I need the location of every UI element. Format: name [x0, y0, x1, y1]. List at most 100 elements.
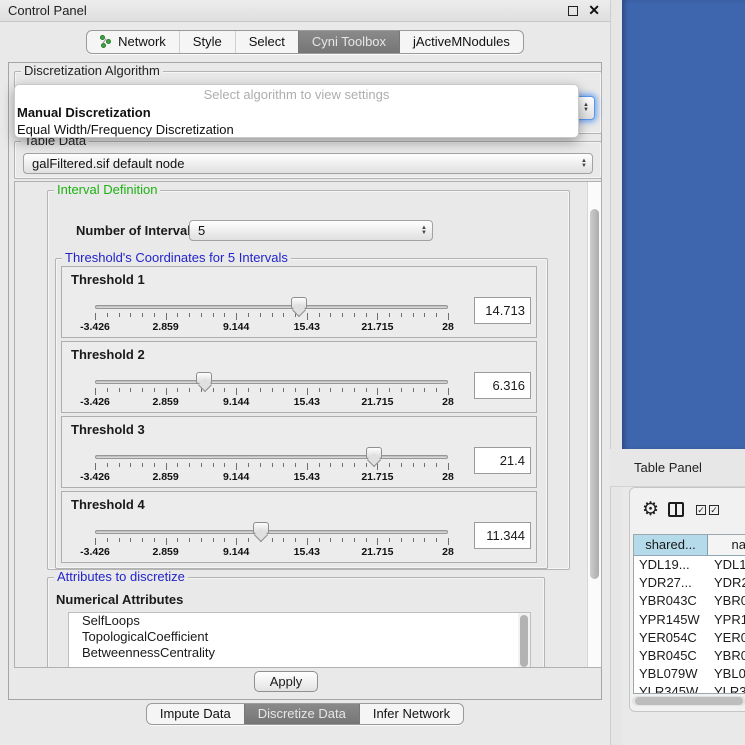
tab-impute-data[interactable]: Impute Data — [147, 704, 244, 724]
table-row[interactable]: YDL19...YDL1 — [634, 556, 745, 574]
float-panel-icon[interactable] — [568, 6, 578, 16]
threshold-label: Threshold 2 — [71, 347, 145, 362]
column-view-icon[interactable] — [668, 502, 684, 517]
tab-infer-network[interactable]: Infer Network — [359, 704, 463, 724]
slider-tick — [95, 463, 96, 470]
table-data-select[interactable]: galFiltered.sif default node ▲▼ — [23, 153, 593, 174]
threshold-value-field[interactable]: 14.713 — [474, 297, 531, 324]
column-header-name[interactable]: na — [708, 535, 745, 555]
slider-tick — [307, 463, 308, 470]
slider-tick — [201, 313, 202, 317]
dropdown-item[interactable]: Manual Discretization — [15, 104, 578, 121]
panel-divider[interactable] — [610, 0, 622, 745]
apply-button[interactable]: Apply — [254, 671, 318, 692]
settings-vertical-scrollbar[interactable] — [587, 182, 601, 667]
table-row[interactable]: YBR043CYBR0 — [634, 592, 745, 610]
slider-tick — [354, 388, 355, 392]
tab-discretize-data[interactable]: Discretize Data — [244, 704, 359, 724]
top-tabs: NetworkStyleSelect Cyni Toolbox jActiveMNo… — [86, 30, 524, 54]
dropdown-item[interactable]: Equal Width/Frequency Discretization — [15, 121, 578, 138]
attribute-list-item[interactable]: SelfLoops — [69, 613, 530, 629]
number-of-intervals-label: Number of Intervals — [76, 223, 198, 238]
slider-tick — [142, 388, 143, 392]
threshold-panels: Threshold 1-3.4262.8599.14415.4321.71528… — [61, 266, 547, 563]
slider-tick — [295, 388, 296, 392]
slider-tick — [248, 313, 249, 317]
tab-style[interactable]: Style — [179, 31, 235, 53]
threshold-value-field[interactable]: 21.4 — [474, 447, 531, 474]
tab-network[interactable]: Network — [87, 31, 179, 53]
table-cell-shared-name: YDR27... — [634, 574, 708, 592]
table-row[interactable]: YPR145WYPR1 — [634, 611, 745, 629]
slider-tick — [424, 463, 425, 467]
slider-tick — [436, 538, 437, 542]
slider-tick — [107, 538, 108, 542]
slider-tick — [130, 538, 131, 542]
slider-tick — [177, 313, 178, 317]
dropdown-items: Manual DiscretizationEqual Width/Frequen… — [15, 104, 578, 138]
column-header-shared-name[interactable]: shared... — [634, 535, 708, 555]
control-panel: Control Panel ✕ NetworkStyleSelectCyni T… — [0, 0, 610, 745]
tab-label: Discretize Data — [258, 704, 346, 724]
slider-track[interactable] — [95, 530, 448, 534]
slider-tick — [319, 388, 320, 392]
threshold-value-field[interactable]: 6.316 — [474, 372, 531, 399]
table-horizontal-scrollbar-thumb[interactable] — [635, 697, 743, 705]
table-cell-name: YPR1 — [708, 611, 745, 629]
slider-tick-label: 28 — [442, 471, 454, 483]
table-row[interactable]: YLR345WYLR3 — [634, 683, 745, 694]
slider-thumb[interactable] — [253, 522, 269, 534]
attribute-list-item[interactable]: TopologicalCoefficient — [69, 629, 530, 645]
slider-thumb[interactable] — [366, 447, 382, 459]
table-row[interactable]: YBL079WYBL0 — [634, 665, 745, 683]
table-row[interactable]: YBR045CYBR0 — [634, 647, 745, 665]
table-cell-name: YDR2 — [708, 574, 745, 592]
close-panel-icon[interactable]: ✕ — [588, 2, 600, 19]
table-cell-shared-name: YDL19... — [634, 556, 708, 574]
tab-label: Cyni Toolbox — [312, 31, 386, 53]
slider-track[interactable] — [95, 380, 448, 384]
number-of-intervals-select[interactable]: 5 ▲▼ — [189, 220, 433, 241]
slider-tick — [330, 388, 331, 392]
slider-tick — [224, 313, 225, 317]
slider-tick — [130, 313, 131, 317]
slider-tick-label: -3.426 — [80, 396, 110, 408]
table-row[interactable]: YER054CYER0 — [634, 629, 745, 647]
threshold-label: Threshold 1 — [71, 272, 145, 287]
slider-thumb[interactable] — [196, 372, 212, 384]
slider-track[interactable] — [95, 455, 448, 459]
slider-tick — [295, 538, 296, 542]
slider-tick — [283, 313, 284, 317]
table-horizontal-scrollbar[interactable] — [632, 696, 745, 706]
tab-select[interactable]: Select — [235, 31, 298, 53]
table-row[interactable]: YDR27...YDR2 — [634, 574, 745, 592]
slider-tick — [389, 388, 390, 392]
attributes-list-scrollbar[interactable] — [518, 613, 530, 668]
attribute-list-item[interactable]: BetweennessCentrality — [69, 645, 530, 661]
slider-track[interactable] — [95, 305, 448, 309]
slider-tick — [283, 388, 284, 392]
slider-tick — [236, 388, 237, 395]
interval-definition-group: Interval Definition Number of Intervals … — [47, 190, 570, 570]
table-panel-card: ⚙ ✓ ✓ shared... na YDL19...YDL1YDR27...Y… — [629, 487, 745, 712]
settings-vertical-scrollbar-thumb[interactable] — [590, 209, 599, 579]
select-none-check-icon[interactable]: ✓ — [709, 505, 719, 515]
gear-icon[interactable]: ⚙ — [642, 498, 659, 521]
network-desktop: GAL80GACGAL11GAL4GCY1HHAP2 — [622, 0, 745, 449]
slider-thumb[interactable] — [291, 297, 307, 309]
tab-jactivemnodules[interactable]: jActiveMNodules — [399, 31, 523, 53]
tab-cyni-toolbox[interactable]: Cyni Toolbox — [298, 31, 399, 53]
numerical-attributes-list[interactable]: SelfLoopsTopologicalCoefficientBetweenne… — [68, 612, 531, 668]
select-all-check-icon[interactable]: ✓ — [696, 505, 706, 515]
threshold-value-field[interactable]: 11.344 — [474, 522, 531, 549]
tab-label: Impute Data — [160, 704, 231, 724]
slider-tick — [389, 463, 390, 467]
slider-tick — [354, 463, 355, 467]
settings-scroll-viewport: Interval Definition Number of Intervals … — [14, 181, 602, 668]
attributes-list-scrollbar-thumb[interactable] — [520, 615, 528, 667]
slider-tick — [330, 463, 331, 467]
slider-tick — [342, 463, 343, 467]
numerical-attributes-label: Numerical Attributes — [56, 592, 183, 607]
slider-tick — [260, 388, 261, 392]
dropdown-placeholder-item[interactable]: Select algorithm to view settings — [15, 86, 578, 104]
